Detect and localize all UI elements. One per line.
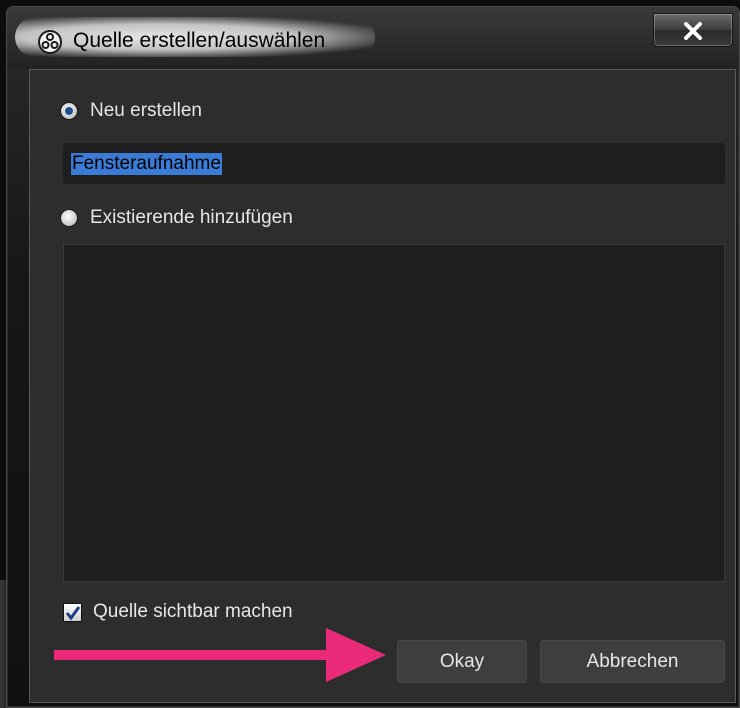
visible-checkbox-row[interactable]: Quelle sichtbar machen (63, 601, 293, 623)
radio-indicator-unchecked[interactable] (60, 209, 78, 227)
window-title: Quelle erstellen/auswählen (73, 29, 326, 52)
create-new-radio[interactable]: Neu erstellen (60, 100, 202, 122)
dialog-window: Quelle erstellen/auswählen Neu erstellen… (6, 6, 740, 708)
visible-checkbox-label: Quelle sichtbar machen (93, 601, 293, 622)
title-bar[interactable]: Quelle erstellen/auswählen (7, 7, 739, 69)
check-icon (65, 605, 81, 620)
existing-sources-list[interactable] (63, 244, 725, 582)
add-existing-radio[interactable]: Existierende hinzufügen (60, 207, 293, 229)
close-icon (684, 22, 702, 40)
radio-indicator-checked[interactable] (60, 102, 78, 120)
source-name-value: Fensteraufnahme (71, 152, 222, 175)
visible-checkbox[interactable] (63, 602, 82, 622)
okay-button[interactable]: Okay (397, 640, 527, 683)
obs-logo-icon (38, 30, 62, 54)
add-existing-label: Existierende hinzufügen (90, 207, 293, 228)
dialog-content: Neu erstellen Fensteraufnahme Existieren… (29, 69, 736, 703)
source-name-input[interactable]: Fensteraufnahme (63, 143, 725, 184)
cancel-button[interactable]: Abbrechen (540, 640, 725, 683)
arrow-right-icon (54, 628, 386, 682)
create-new-label: Neu erstellen (90, 100, 202, 121)
close-button[interactable] (653, 13, 733, 47)
